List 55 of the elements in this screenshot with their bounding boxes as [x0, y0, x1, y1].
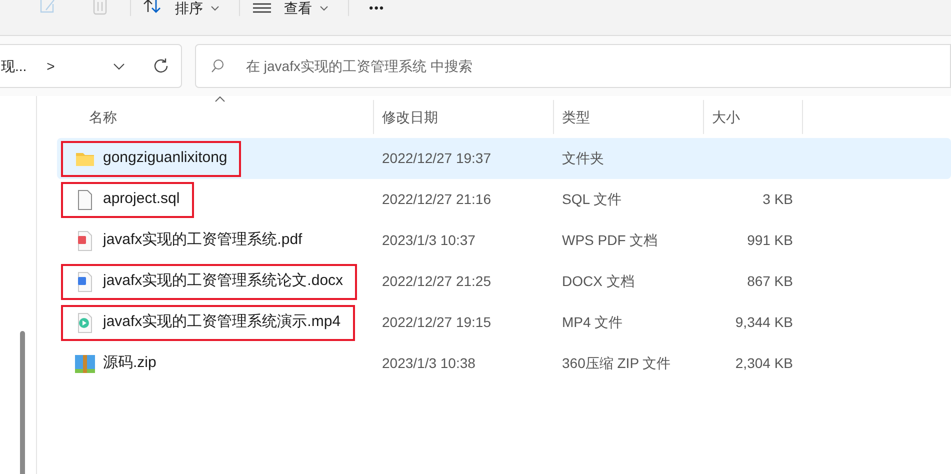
more-button[interactable]: •••: [348, 0, 405, 16]
file-row[interactable]: gongziguanlixitong 2022/12/27 19:37 文件夹: [57, 138, 951, 179]
file-row[interactable]: javafx实现的工资管理系统论文.docx 2022/12/27 21:25 DOCX 文档 867 KB: [57, 261, 951, 302]
size-cell: 867 KB: [747, 273, 793, 289]
date-cell-text: 2023/1/3 10:37: [381, 231, 476, 250]
file-row[interactable]: javafx实现的工资管理系统演示.mp4 2022/12/27 19:15 MP4 文件 9,344 KB: [57, 302, 951, 343]
file-name: javafx实现的工资管理系统论文.docx: [103, 271, 344, 292]
file-row[interactable]: 源码.zip 2023/1/3 10:38 360压缩 ZIP 文件 2,304 KB: [57, 343, 951, 384]
size-cell: 3 KB: [762, 191, 793, 207]
toolbar-menu-button[interactable]: 查看: [239, 0, 340, 16]
size-cell: 991 KB: [747, 232, 793, 248]
search-icon: [211, 59, 224, 73]
word-file-icon: [77, 272, 93, 292]
type-cell-text: 文件夹: [561, 149, 605, 168]
document-icon: [77, 190, 93, 210]
date-cell-text: 2022/12/27 19:37: [381, 149, 492, 168]
file-row[interactable]: javafx实现的工资管理系统.pdf 2023/1/3 10:37 WPS PDF 文档 991 KB: [57, 220, 951, 261]
type-cell-text: SQL 文件: [561, 190, 622, 209]
list-view-icon: [252, 2, 272, 14]
search-field[interactable]: 在 javafx实现的工资管理系统 中搜索: [195, 44, 951, 88]
date-cell-text: 2023/1/3 10:38: [381, 354, 476, 373]
date-cell-text: 2022/12/27 21:25: [381, 272, 492, 291]
file-name: gongziguanlixitong: [103, 148, 228, 168]
column-header[interactable]: 类型: [553, 100, 703, 134]
date-cell-text: 2022/12/27 19:15: [381, 313, 492, 332]
trash-icon: [91, 0, 109, 16]
scrollbar-thumb[interactable]: [20, 331, 25, 474]
chevron-down-icon: [211, 6, 219, 10]
type-cell-text: WPS PDF 文档: [561, 231, 659, 250]
file-name: javafx实现的工资管理系统演示.mp4: [103, 312, 341, 332]
video-file-icon: [77, 312, 93, 332]
file-name: aproject.sql: [103, 189, 180, 210]
chevron-down-icon[interactable]: [113, 62, 125, 70]
size-cell: 2,304 KB: [735, 355, 793, 371]
toolbar-menu-button[interactable]: 排序: [130, 0, 231, 16]
date-cell-text: 2022/12/27 21:16: [381, 190, 492, 209]
folder-icon: [76, 152, 94, 166]
refresh-icon[interactable]: [153, 58, 169, 74]
type-cell-text: 360压缩 ZIP 文件: [561, 354, 672, 373]
file-name: javafx实现的工资管理系统.pdf: [103, 230, 302, 250]
breadcrumb[interactable]: 现...: [1, 56, 27, 76]
size-cell: 9,344 KB: [735, 314, 793, 330]
column-header[interactable]: 大小: [703, 100, 803, 134]
pdf-file-icon: [77, 230, 93, 250]
address-bar[interactable]: 现... >: [0, 44, 182, 88]
file-row[interactable]: aproject.sql 2022/12/27 21:16 SQL 文件 3 KB: [57, 179, 951, 220]
type-cell-text: MP4 文件: [561, 313, 624, 332]
sort-ascending-icon: [215, 96, 225, 102]
archive-icon: [75, 354, 95, 374]
type-cell-text: DOCX 文档: [561, 272, 636, 291]
breadcrumb-separator: >: [46, 56, 55, 76]
file-name: 源码.zip: [103, 353, 156, 374]
column-header[interactable]: 名称: [57, 100, 373, 134]
column-header[interactable]: 修改日期: [373, 100, 553, 134]
chevron-down-icon: [320, 6, 328, 10]
